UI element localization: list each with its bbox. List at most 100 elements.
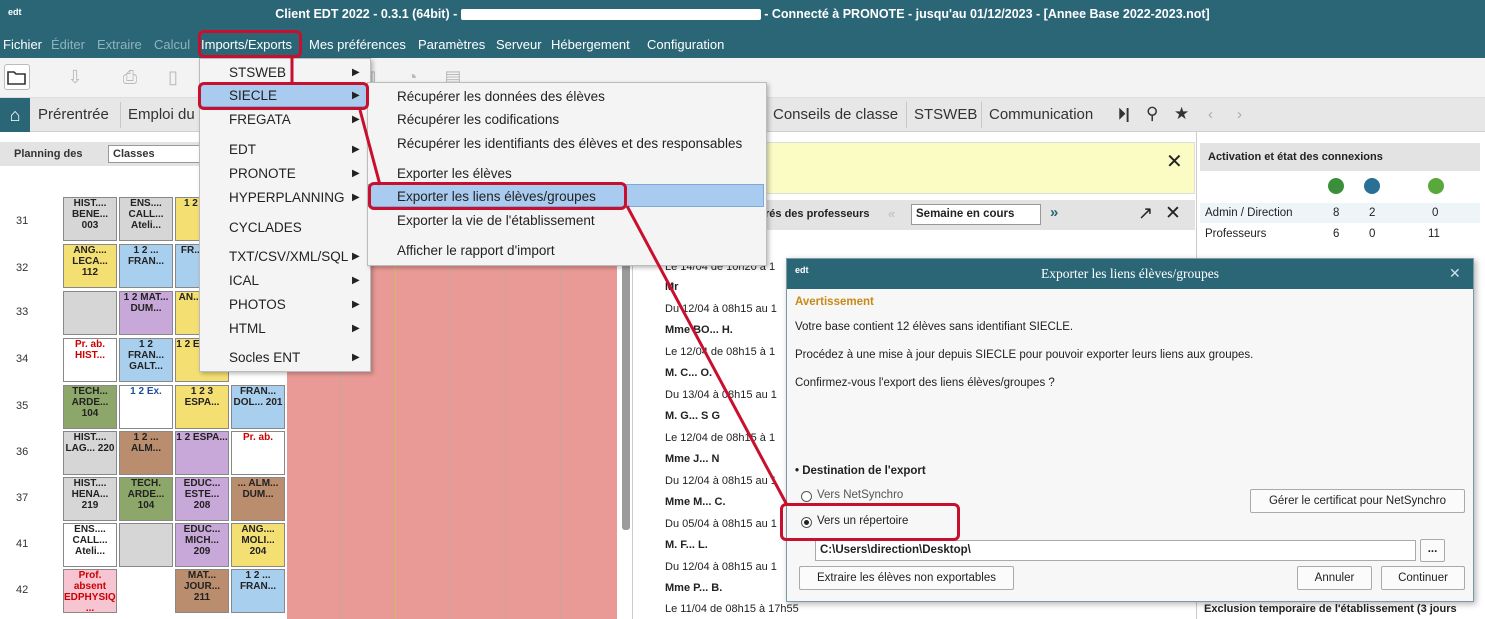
course-cell[interactable]: 1 2 Ex. — [119, 385, 173, 429]
menu-item-ical[interactable]: ICAL — [229, 273, 259, 288]
menu-item-cyclades[interactable]: CYCLADES — [229, 220, 302, 235]
row-label: 33 — [16, 306, 29, 318]
close-icon[interactable]: ✕ — [1165, 202, 1181, 225]
course-cell[interactable]: ANG.... LECA... 112 — [63, 244, 117, 288]
home-icon[interactable]: ⌂ — [0, 98, 30, 132]
menu-fichier[interactable]: Fichier — [3, 37, 42, 52]
course-cell[interactable]: 1 2 ESPA... — [175, 431, 229, 475]
menu-hebergement[interactable]: Hébergement — [551, 37, 630, 52]
menu-parametres[interactable]: Paramètres — [418, 37, 485, 52]
menu-item-socles-ent[interactable]: Socles ENT — [229, 350, 300, 365]
course-cell[interactable]: 1 2 MAT... DUM... — [119, 291, 173, 335]
open-folder-button[interactable] — [4, 64, 30, 90]
print-icon[interactable]: ⎙ — [120, 67, 140, 87]
submenu-arrow-icon: ▶ — [352, 323, 360, 334]
connection-count: 0 — [1432, 207, 1439, 219]
exclusion-notice: Exclusion temporaire de l'établissement … — [1204, 603, 1457, 615]
course-cell[interactable]: 1 2 3 ESPA... — [175, 385, 229, 429]
close-icon[interactable]: ✕ — [1166, 149, 1183, 174]
planning-select[interactable]: Classes — [108, 145, 200, 163]
course-cell[interactable]: HIST.... LAG... 220 — [63, 431, 117, 475]
row-label: 31 — [16, 215, 29, 227]
submenu-arrow-icon: ▶ — [352, 275, 360, 286]
connection-count: 8 — [1333, 207, 1340, 219]
continue-button[interactable]: Continuer — [1381, 566, 1465, 590]
week-select[interactable]: Semaine en cours — [911, 204, 1041, 225]
course-cell[interactable]: 1 2 ... FRAN... — [119, 244, 173, 288]
course-cell[interactable]: Prof. absent EDPHYSIQUE ... — [63, 569, 117, 613]
menu-mes-preferences[interactable]: Mes préférences — [309, 37, 406, 52]
cancel-button[interactable]: Annuler — [1297, 566, 1372, 590]
absence-date: Le 11/04 de 08h15 à 17h55 — [665, 603, 799, 615]
tab-stsweb[interactable]: STSWEB — [914, 106, 977, 123]
course-cell[interactable]: 1 2 FRAN... GALT... — [119, 338, 173, 382]
path-input[interactable]: C:\Users\direction\Desktop\ — [815, 540, 1416, 561]
course-cell[interactable]: ... ALM... DUM... — [231, 477, 285, 521]
close-icon[interactable]: ✕ — [1449, 265, 1461, 282]
course-cell[interactable]: HIST.... BENE... 003 — [63, 197, 117, 241]
course-cell[interactable]: TECH. ARDE... 104 — [119, 477, 173, 521]
tab-communication[interactable]: Communication — [989, 106, 1093, 123]
menu-extraire[interactable]: Extraire — [97, 37, 142, 52]
search-icon[interactable]: ⚲ — [1146, 104, 1158, 124]
radio-netsynchro[interactable] — [801, 491, 812, 502]
menu-item-recuperer-codifications[interactable]: Récupérer les codifications — [397, 112, 559, 127]
course-cell[interactable]: MAT... JOUR... 211 — [175, 569, 229, 613]
course-cell[interactable]: EDUC... ESTE... 208 — [175, 477, 229, 521]
menu-item-recuperer-identifiants[interactable]: Récupérer les identifiants des élèves et… — [397, 136, 742, 151]
chevron-right-icon[interactable]: › — [1237, 106, 1242, 123]
course-cell[interactable] — [119, 523, 173, 567]
tab-emploi-du-temps[interactable]: Emploi du — [128, 106, 195, 123]
connection-label: Admin / Direction — [1205, 207, 1293, 219]
course-cell[interactable]: 1 2 ... ALM... — [119, 431, 173, 475]
document-icon[interactable]: ▯ — [163, 67, 183, 87]
chevron-left-icon[interactable]: ‹ — [1208, 106, 1213, 123]
course-cell[interactable]: EDUC... MICH... 209 — [175, 523, 229, 567]
menu-item-photos[interactable]: PHOTOS — [229, 297, 286, 312]
dialog-title: Exporter les liens élèves/groupes — [787, 259, 1473, 289]
row-label: 42 — [16, 584, 29, 596]
connections-title: Activation et état des connexions — [1208, 151, 1383, 163]
menu-item-pronote[interactable]: PRONOTE — [229, 166, 296, 181]
confirm-question: Confirmez-vous l'export des liens élèves… — [795, 377, 1055, 389]
menu-item-recuperer-donnees[interactable]: Récupérer les données des élèves — [397, 89, 605, 104]
row-label: 35 — [16, 400, 29, 412]
cert-button[interactable]: Gérer le certificat pour NetSynchro — [1250, 489, 1465, 513]
course-cell[interactable] — [63, 291, 117, 335]
course-cell[interactable]: FRAN... DOL... 201 — [231, 385, 285, 429]
course-cell[interactable]: TECH... ARDE... 104 — [63, 385, 117, 429]
course-cell[interactable]: HIST.... HENA... 219 — [63, 477, 117, 521]
course-cell[interactable]: Pr. ab. — [231, 431, 285, 475]
menu-item-html[interactable]: HTML — [229, 321, 266, 336]
submenu-arrow-icon: ▶ — [352, 352, 360, 363]
prev-icon[interactable]: « — [888, 206, 895, 221]
menu-item-txt-csv[interactable]: TXT/CSV/XML/SQL — [229, 249, 348, 264]
tab-end-icon[interactable]: ⏵| — [1118, 106, 1130, 123]
menu-serveur[interactable]: Serveur — [496, 37, 542, 52]
submenu-arrow-icon: ▶ — [352, 168, 360, 179]
menu-item-rapport-import[interactable]: Afficher le rapport d'import — [397, 243, 555, 258]
course-cell[interactable]: ENS.... CALL... Ateli... — [63, 523, 117, 567]
course-cell[interactable]: Pr. ab. HIST... — [63, 338, 117, 382]
menu-item-edt[interactable]: EDT — [229, 142, 256, 157]
star-icon[interactable]: ★ — [1174, 104, 1189, 124]
course-cell[interactable]: ENS.... CALL... Ateli... — [119, 197, 173, 241]
tab-prerentree[interactable]: Prérentrée — [38, 106, 109, 123]
menu-item-exporter-eleves[interactable]: Exporter les élèves — [397, 166, 512, 181]
tab-conseils-de-classe[interactable]: Conseils de classe — [773, 106, 898, 123]
menu-configuration[interactable]: Configuration — [647, 37, 724, 52]
next-icon[interactable]: » — [1050, 204, 1058, 221]
menu-calcul[interactable]: Calcul — [154, 37, 190, 52]
expand-icon[interactable]: ↗ — [1138, 203, 1153, 224]
menu-item-fregata[interactable]: FREGATA — [229, 112, 291, 127]
row-label: 34 — [16, 353, 29, 365]
menu-editer[interactable]: Éditer — [51, 37, 85, 52]
download-icon[interactable]: ⇩ — [65, 67, 85, 87]
menu-item-hyperplanning[interactable]: HYPERPLANNING — [229, 190, 345, 205]
menu-item-stsweb[interactable]: STSWEB — [229, 65, 286, 80]
course-cell[interactable]: ANG.... MOLI... 204 — [231, 523, 285, 567]
course-cell[interactable]: 1 2 ... FRAN... — [231, 569, 285, 613]
browse-button[interactable]: ... — [1420, 539, 1445, 562]
menu-item-exporter-vie[interactable]: Exporter la vie de l'établissement — [397, 213, 595, 228]
extract-button[interactable]: Extraire les élèves non exportables — [799, 566, 1014, 590]
